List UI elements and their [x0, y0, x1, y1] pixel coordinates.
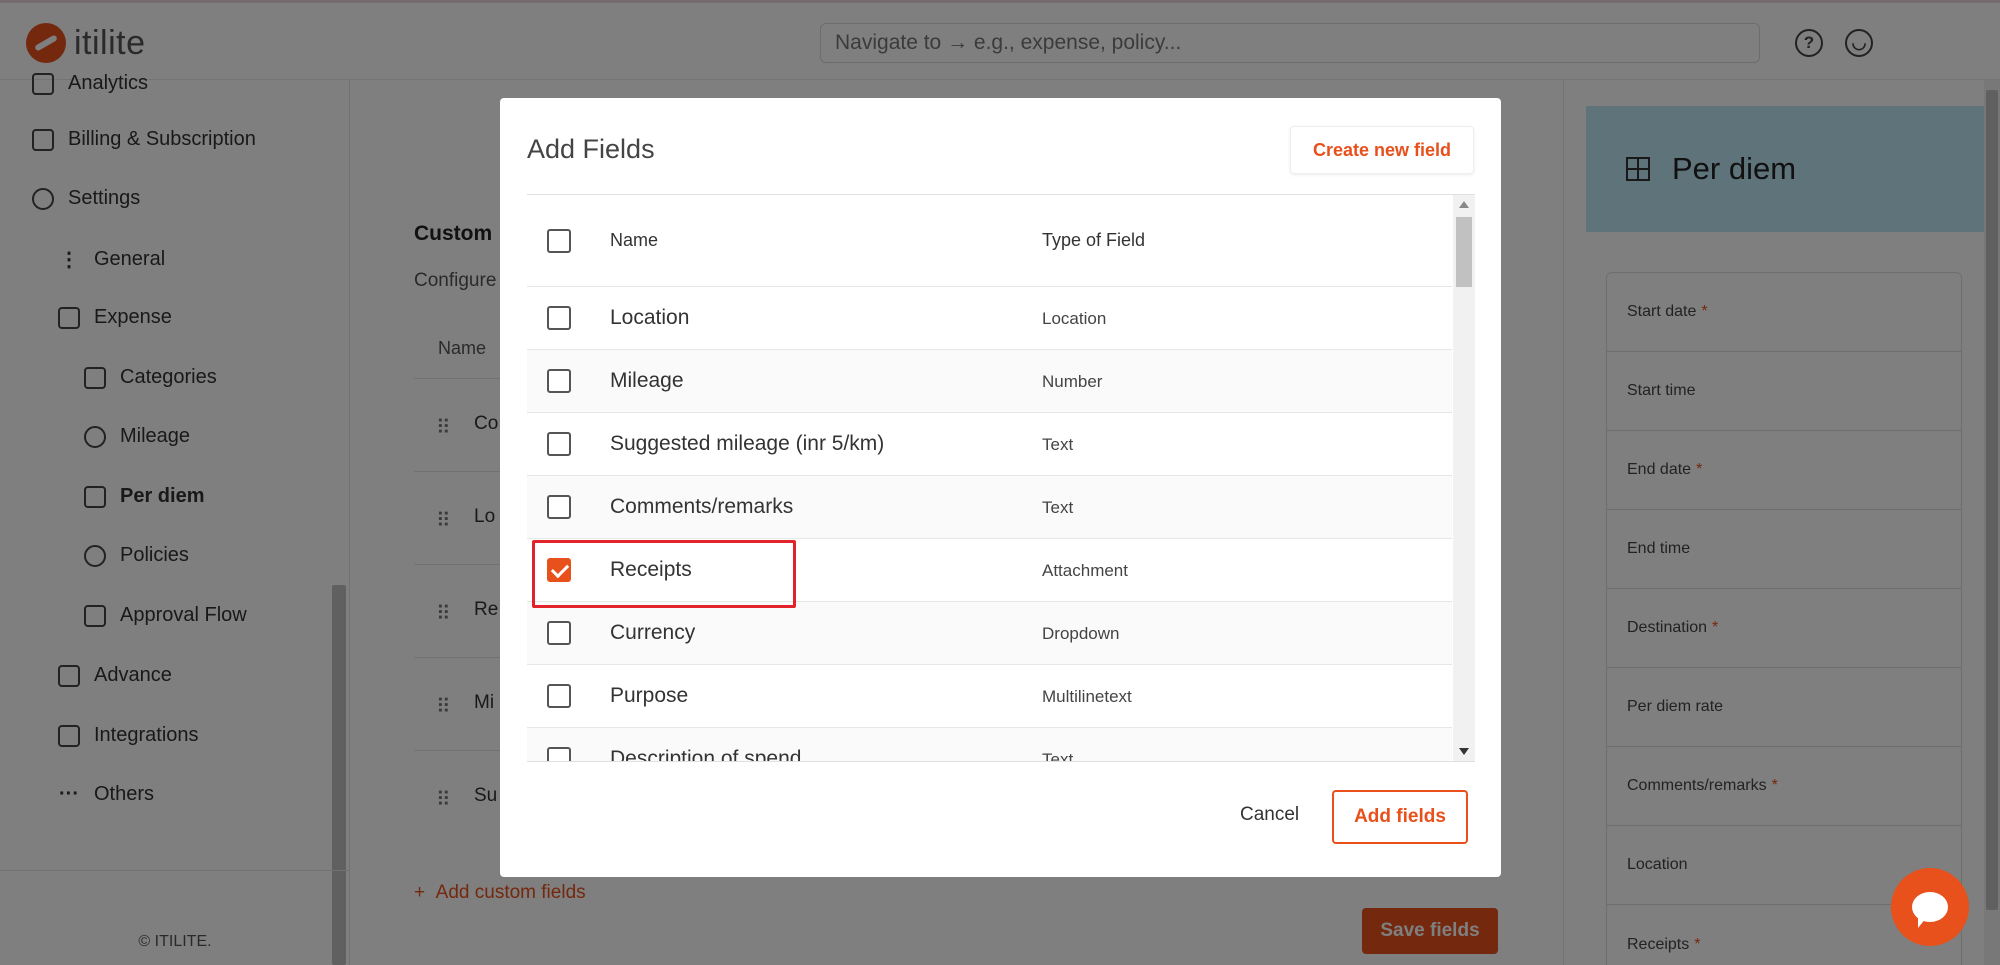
select-all-checkbox[interactable] [547, 229, 571, 253]
field-type: Location [1042, 309, 1107, 328]
field-type: Number [1042, 372, 1103, 391]
field-name: Suggested mileage (inr 5/km) [610, 432, 885, 455]
field-name: Comments/remarks [610, 495, 794, 518]
cancel-button[interactable]: Cancel [1240, 804, 1299, 826]
field-type: Multilinetext [1042, 687, 1132, 706]
row-checkbox[interactable] [547, 432, 571, 456]
table-row[interactable]: Description of spend Text [527, 728, 1452, 762]
table-scrollbar-thumb[interactable] [1456, 217, 1472, 287]
field-name: Currency [610, 621, 696, 644]
chat-button[interactable] [1891, 868, 1969, 946]
field-type: Attachment [1042, 561, 1128, 580]
field-type: Text [1042, 750, 1074, 762]
table-row[interactable]: Mileage Number [527, 350, 1452, 413]
scroll-up-arrow-icon[interactable] [1459, 201, 1469, 208]
column-header-name: Name [610, 230, 659, 250]
table-row[interactable]: Location Location [527, 287, 1452, 350]
field-type: Text [1042, 435, 1074, 454]
row-checkbox[interactable] [547, 306, 571, 330]
add-fields-modal: Add Fields Create new field Name Type of… [500, 98, 1501, 877]
field-name: Purpose [610, 684, 689, 707]
chat-icon [1912, 892, 1948, 928]
create-new-field-button[interactable]: Create new field [1290, 126, 1474, 174]
annotation-highlight [532, 540, 796, 608]
field-name: Mileage [610, 369, 684, 392]
row-checkbox[interactable] [547, 495, 571, 519]
table-scrollbar[interactable] [1453, 195, 1475, 761]
table-row[interactable]: Suggested mileage (inr 5/km) Text [527, 413, 1452, 476]
table-row[interactable]: Comments/remarks Text [527, 476, 1452, 539]
field-name: Location [610, 306, 690, 329]
add-fields-button[interactable]: Add fields [1332, 790, 1468, 844]
fields-table: Name Type of Field Location Location Mil… [527, 194, 1475, 762]
table-row[interactable]: Currency Dropdown [527, 602, 1452, 665]
table-row[interactable]: Purpose Multilinetext [527, 665, 1452, 728]
column-header-type: Type of Field [1042, 230, 1146, 250]
scroll-down-arrow-icon[interactable] [1459, 748, 1469, 755]
row-checkbox[interactable] [547, 747, 571, 761]
field-type: Text [1042, 498, 1074, 517]
field-name: Description of spend [610, 747, 802, 762]
table-header-row: Name Type of Field [527, 195, 1452, 287]
row-checkbox[interactable] [547, 621, 571, 645]
field-type: Dropdown [1042, 624, 1120, 643]
row-checkbox[interactable] [547, 684, 571, 708]
row-checkbox[interactable] [547, 369, 571, 393]
modal-title: Add Fields [527, 134, 655, 164]
